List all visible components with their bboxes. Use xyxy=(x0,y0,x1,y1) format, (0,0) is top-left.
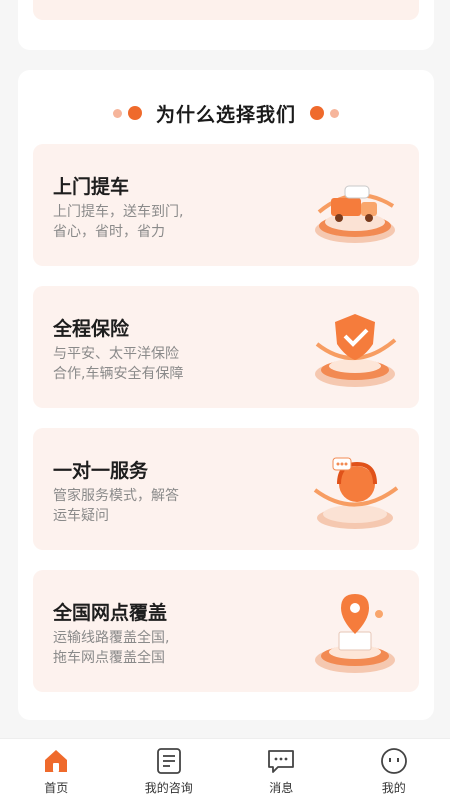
feature-desc: 运输线路覆盖全国, 拖车网点覆盖全国 xyxy=(53,630,170,666)
home-icon xyxy=(45,750,68,772)
feature-desc: 管家服务模式，解答 运车疑问 xyxy=(53,488,179,524)
tab-label: 首页 xyxy=(44,781,69,795)
feature-title: 一对一服务 xyxy=(53,460,149,482)
feature-title: 全程保险 xyxy=(53,318,130,340)
tab-label: 我的 xyxy=(381,781,406,795)
previous-section-banner xyxy=(33,0,419,20)
feature-card-insurance: 全程保险 与平安、太平洋保险 合作,车辆安全有保障 xyxy=(33,286,419,408)
consult-doc-icon xyxy=(156,748,181,774)
tab-consult[interactable]: 我的咨询 xyxy=(113,739,226,800)
headset-service-icon xyxy=(313,457,399,529)
previous-section-card xyxy=(18,0,434,50)
feature-card-service: 一对一服务 管家服务模式，解答 运车疑问 xyxy=(33,428,419,550)
tab-messages[interactable]: 消息 xyxy=(225,739,338,800)
message-icon xyxy=(268,750,295,773)
section-header: 为什么选择我们 xyxy=(18,98,434,128)
decor-dot-icon xyxy=(310,106,324,120)
decor-dot-icon xyxy=(112,108,122,118)
shield-check-icon xyxy=(315,314,397,387)
feature-title: 全国网点覆盖 xyxy=(53,602,168,624)
feature-card-pickup: 上门提车 上门提车，送车到门, 省心，省时，省力 xyxy=(33,144,419,266)
feature-desc: 上门提车，送车到门, 省心，省时，省力 xyxy=(53,204,184,240)
feature-desc: 与平安、太平洋保险 合作,车辆安全有保障 xyxy=(53,346,184,382)
map-pin-icon xyxy=(315,594,395,673)
truck-platform-icon xyxy=(315,185,395,243)
feature-title: 上门提车 xyxy=(53,176,130,198)
tab-profile[interactable]: 我的 xyxy=(338,739,450,800)
profile-face-icon xyxy=(380,748,407,774)
bottom-tab-bar: 首页 我的咨询 消息 我的 xyxy=(0,738,450,800)
tab-label: 消息 xyxy=(269,781,294,795)
decor-dot-icon xyxy=(330,108,339,118)
section-title: 为什么选择我们 xyxy=(155,103,296,126)
tab-home[interactable]: 首页 xyxy=(0,739,113,800)
why-choose-us-card: 为什么选择我们 上门提车 上门提车，送车到门, 省心，省时，省力 全程保险 与平… xyxy=(18,70,434,720)
feature-card-coverage: 全国网点覆盖 运输线路覆盖全国, 拖车网点覆盖全国 xyxy=(33,570,419,692)
decor-dot-icon xyxy=(127,106,142,120)
tab-label: 我的咨询 xyxy=(144,781,193,795)
